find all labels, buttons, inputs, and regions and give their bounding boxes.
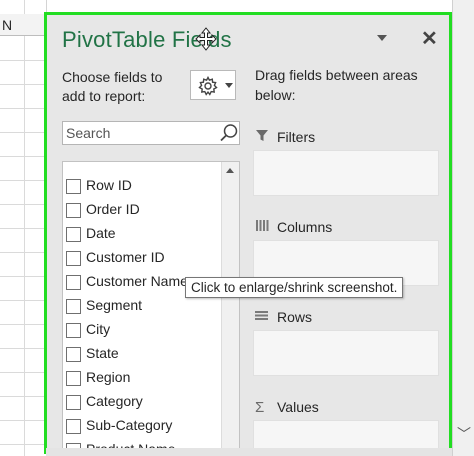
field-item-city[interactable]: City [63,320,223,344]
grid-row [0,420,46,421]
field-label: Date [86,225,116,241]
grid-row [0,348,46,349]
field-label: Category [86,393,143,409]
choose-fields-line2: add to report: [62,88,146,104]
column-header[interactable]: N [0,14,46,36]
filters-drop-area[interactable] [253,150,439,196]
drag-fields-label: Drag fields between areas below: [255,65,435,105]
grid-row [0,324,46,325]
vertical-scrollbar[interactable]: ﹀ [452,0,474,456]
scroll-up-icon[interactable] [226,168,234,173]
filter-icon [255,129,273,145]
rows-icon [255,309,273,325]
field-item-row-id[interactable]: Row ID [63,176,223,200]
grid-row [0,372,46,373]
drag-fields-line1: Drag fields between areas [255,67,418,83]
rows-drop-area[interactable] [253,330,439,376]
field-item-sub-category[interactable]: Sub-Category [63,416,223,440]
field-checkbox[interactable] [66,419,81,434]
field-list: Row ID Order ID Date Customer ID Custome… [62,161,240,451]
values-label: Values [277,399,319,415]
field-checkbox[interactable] [66,299,81,314]
pivottable-fields-pane: PivotTable Fields ✕ Choose fields to add… [44,12,452,454]
column-header-label: N [2,17,13,33]
field-label: Order ID [86,201,140,217]
field-label: Segment [86,297,143,313]
field-item-region[interactable]: Region [63,368,223,392]
field-label: Region [86,369,131,385]
values-area-header: Σ Values [255,399,319,416]
spreadsheet-grid: N [0,0,47,456]
pane-options-dropdown[interactable] [377,35,387,41]
grid-row [0,444,46,445]
field-item-segment[interactable]: Segment [63,296,223,320]
field-label: City [86,321,111,337]
move-cursor-icon [195,27,217,51]
field-checkbox[interactable] [66,251,81,266]
close-icon[interactable]: ✕ [421,29,438,49]
grid-row [0,108,46,109]
field-checkbox[interactable] [66,395,81,410]
field-checkbox[interactable] [66,347,81,362]
chevron-down-icon[interactable]: ﹀ [457,424,471,444]
choose-fields-line1: Choose fields to [62,69,163,85]
field-item-order-id[interactable]: Order ID [63,200,223,224]
grid-row [0,132,46,133]
rows-area-header: Rows [255,309,312,325]
grid-row [0,276,46,277]
grid-row [0,84,46,85]
grid-row [0,204,46,205]
grid-row [0,60,46,61]
field-checkbox[interactable] [66,203,81,218]
field-label: State [86,345,119,361]
grid-row [0,396,46,397]
field-label: Row ID [86,177,132,193]
bottom-strip [46,448,452,456]
rows-label: Rows [277,309,313,325]
chevron-down-icon [225,83,233,88]
search-icon[interactable] [219,123,239,143]
field-checkbox[interactable] [66,371,81,386]
columns-label: Columns [277,219,333,235]
search-input[interactable] [66,124,211,142]
tooltip: Click to enlarge/shrink screenshot. [185,277,404,298]
field-checkbox[interactable] [66,179,81,194]
field-label: Customer Name [86,273,188,289]
grid-row [0,252,46,253]
drag-fields-line2: below: [255,87,296,103]
grid-row [0,156,46,157]
choose-fields-label: Choose fields to add to report: [62,68,162,106]
field-item-customer-id[interactable]: Customer ID [63,248,223,272]
sigma-icon: Σ [255,399,265,416]
tools-button[interactable] [190,70,236,100]
grid-row [0,228,46,229]
field-item-state[interactable]: State [63,344,223,368]
field-checkbox[interactable] [66,323,81,338]
field-checkbox[interactable] [66,227,81,242]
grid-row [0,180,46,181]
field-checkbox[interactable] [66,275,81,290]
columns-icon [255,219,273,235]
field-list-scrollbar[interactable] [221,162,239,451]
grid-row [0,300,46,301]
field-label: Sub-Category [86,417,173,433]
field-search-box[interactable] [62,121,240,145]
gear-icon [198,76,218,96]
columns-area-header: Columns [255,219,332,235]
field-item-category[interactable]: Category [63,392,223,416]
field-item-date[interactable]: Date [63,224,223,248]
filters-area-header: Filters [255,129,315,145]
filters-label: Filters [277,129,316,145]
field-label: Customer ID [86,249,165,265]
